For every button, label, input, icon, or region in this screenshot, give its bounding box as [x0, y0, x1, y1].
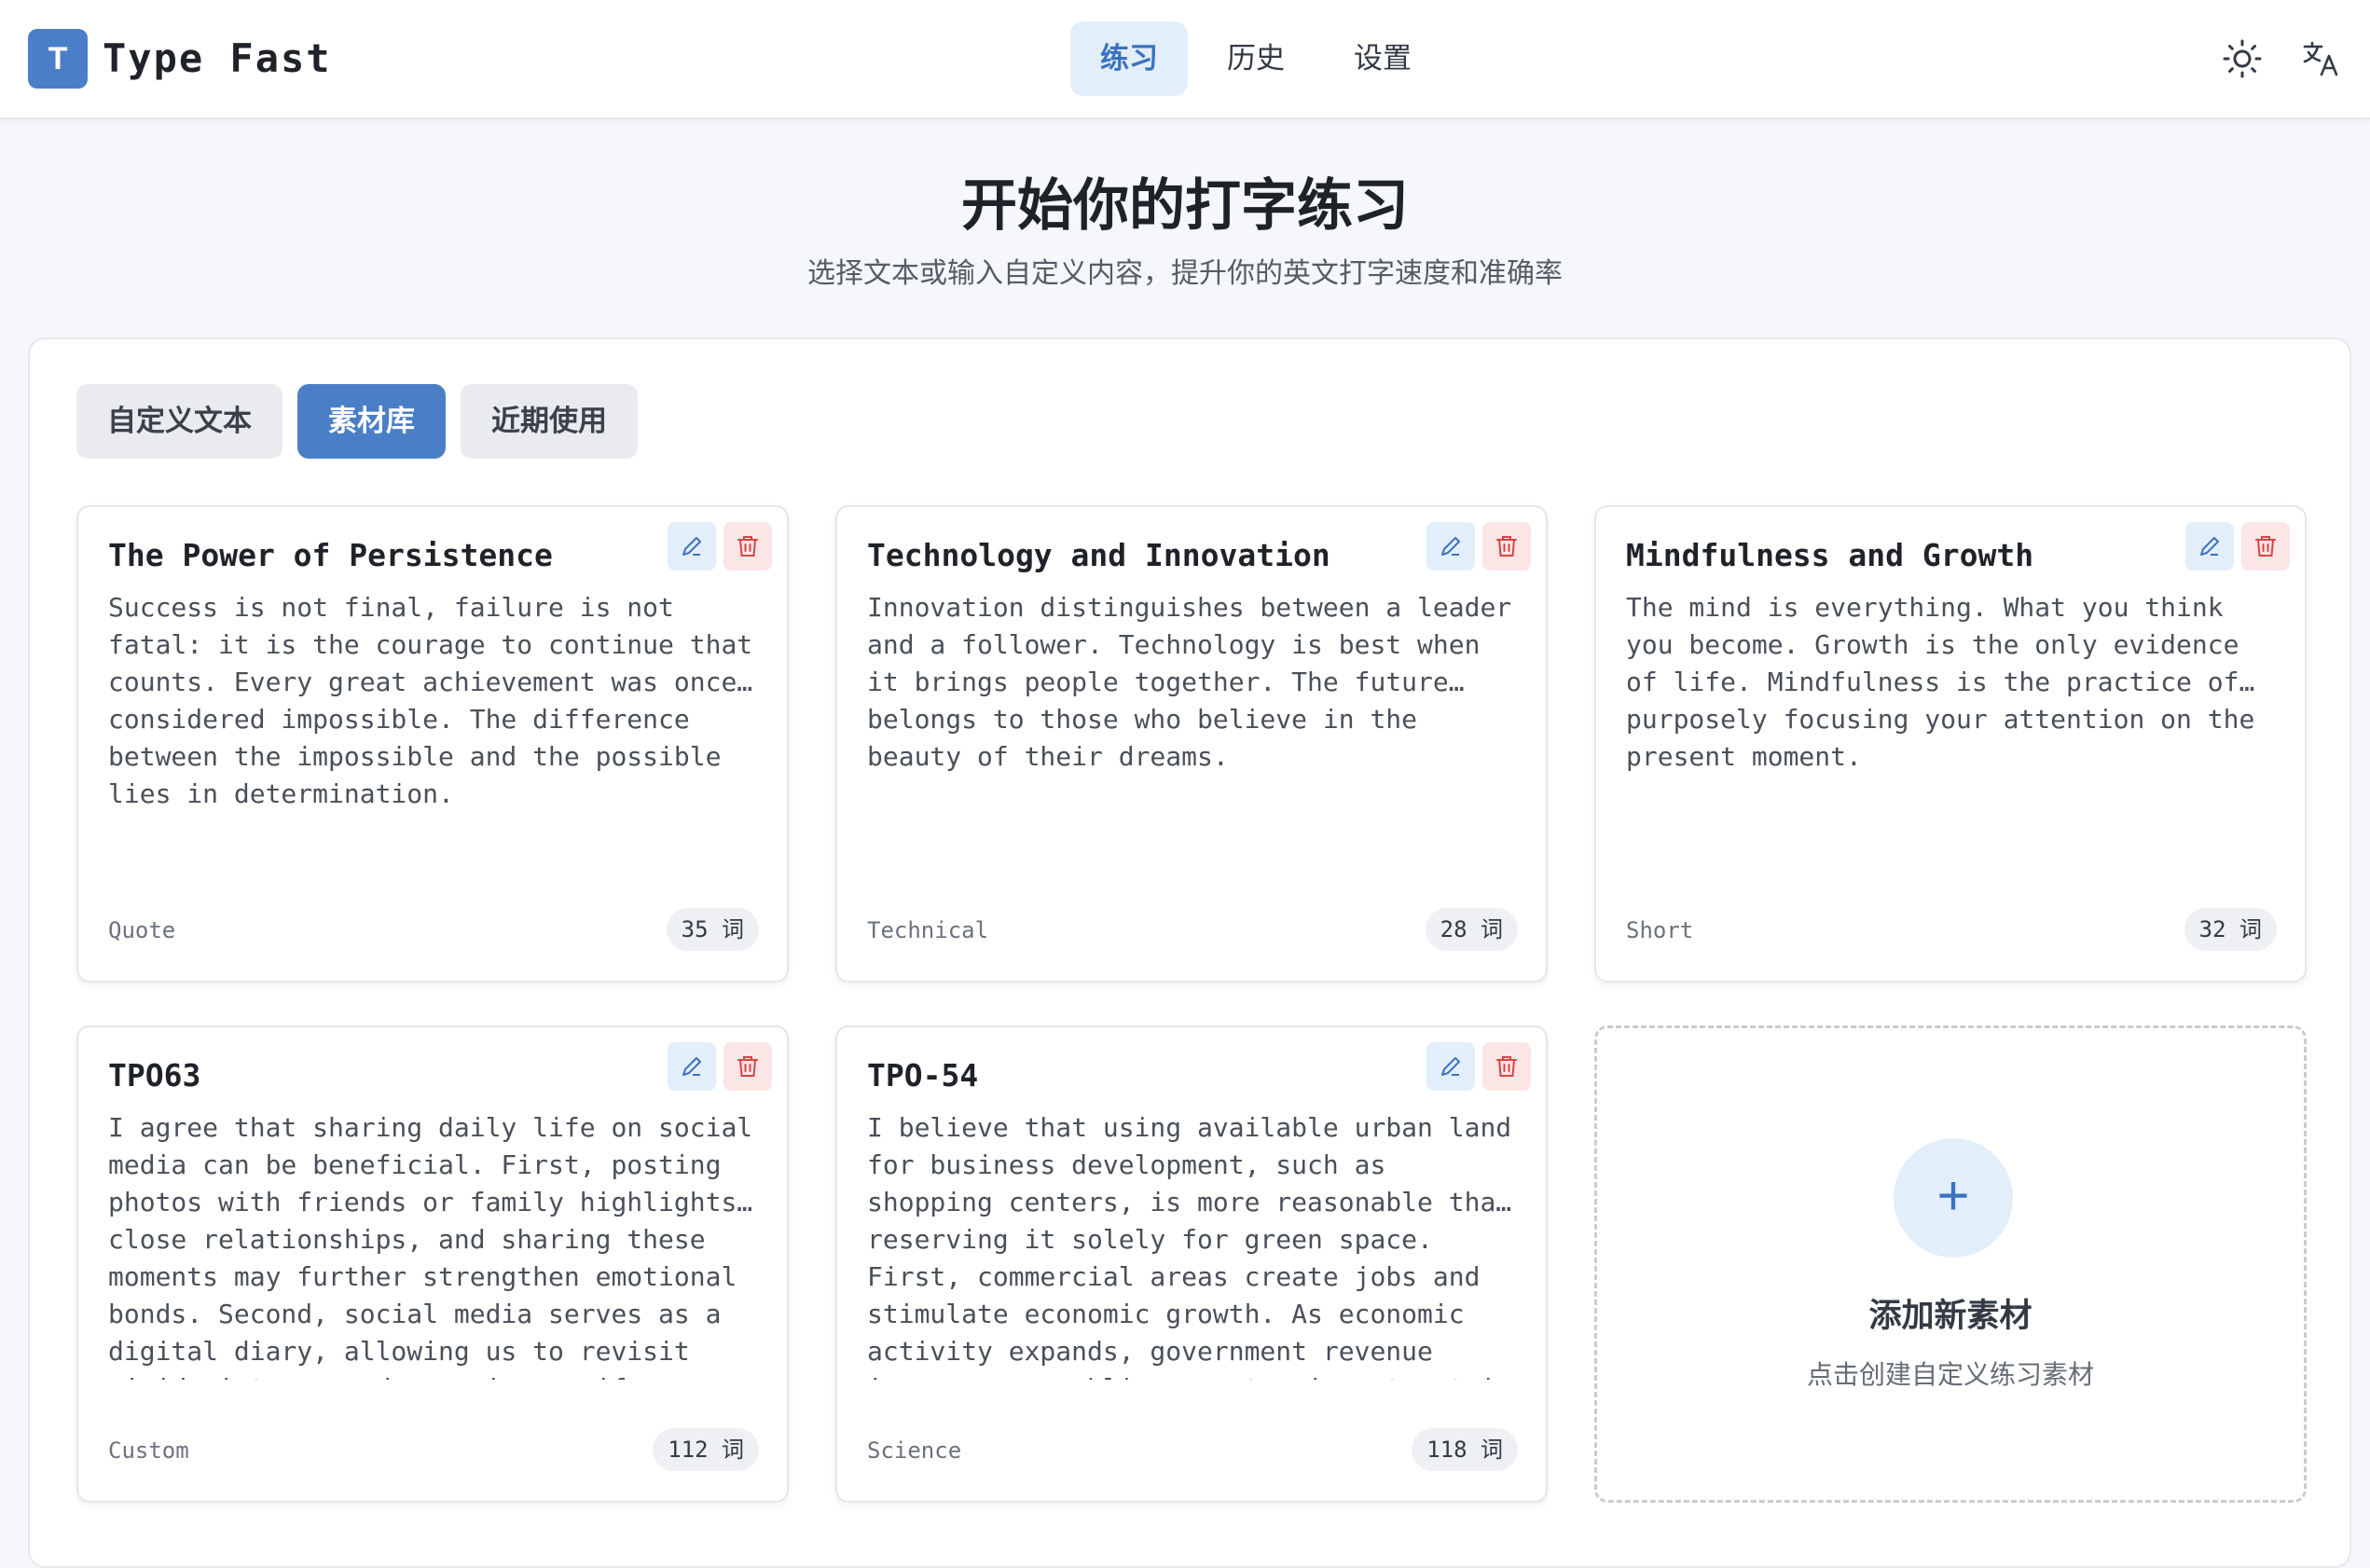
trash-icon [737, 1056, 758, 1077]
translate-icon[interactable] [2299, 37, 2342, 80]
tab-recent[interactable]: 近期使用 [461, 384, 638, 459]
card-excerpt: I agree that sharing daily life on socia… [108, 1112, 753, 1380]
source-tabs: 自定义文本 素材库 近期使用 [76, 384, 638, 459]
pencil-icon [1441, 537, 1460, 556]
edit-button[interactable] [668, 1042, 716, 1091]
delete-button[interactable] [1482, 522, 1531, 571]
word-count-badge: 35 词 [666, 908, 759, 951]
app-title[interactable]: Type Fast [103, 35, 332, 81]
trash-icon [1496, 1056, 1517, 1077]
pencil-icon [1441, 1057, 1460, 1076]
card-category: Short [1626, 917, 1694, 943]
card-title: TPO-54 [867, 1057, 979, 1093]
edit-button[interactable] [1426, 522, 1475, 571]
tab-material-library[interactable]: 素材库 [297, 384, 446, 459]
word-count-badge: 28 词 [1425, 908, 1518, 951]
material-card[interactable]: TPO-54 I believe that using available ur… [835, 1025, 1548, 1503]
edit-button[interactable] [2185, 522, 2234, 571]
delete-button[interactable] [723, 522, 772, 571]
sun-icon[interactable] [2221, 37, 2264, 80]
card-excerpt: I believe that using available urban lan… [867, 1112, 1512, 1380]
trash-icon [737, 536, 758, 557]
card-excerpt: Innovation distinguishes between a leade… [867, 592, 1512, 772]
pencil-icon [682, 1057, 701, 1076]
card-excerpt: The mind is everything. What you think y… [1626, 592, 2255, 772]
material-card[interactable]: The Power of Persistence Success is not … [76, 505, 789, 983]
delete-button[interactable] [2241, 522, 2290, 571]
pencil-icon [2200, 537, 2219, 556]
material-panel: 自定义文本 素材库 近期使用 The Power of Persistence … [28, 337, 2351, 1568]
material-card[interactable]: Mindfulness and Growth The mind is every… [1594, 505, 2307, 983]
card-category: Quote [108, 917, 176, 943]
card-title: The Power of Persistence [108, 537, 553, 573]
delete-button[interactable] [723, 1042, 772, 1091]
add-material-title: 添加新素材 [1868, 1298, 2032, 1334]
top-header: T Type Fast 练习 历史 设置 [0, 0, 2370, 119]
nav-history[interactable]: 历史 [1197, 21, 1315, 96]
page-subtitle: 选择文本或输入自定义内容，提升你的英文打字速度和准确率 [807, 258, 1563, 289]
word-count-badge: 118 词 [1412, 1428, 1518, 1471]
card-category: Custom [108, 1437, 189, 1464]
card-title: Technology and Innovation [867, 537, 1330, 573]
material-card[interactable]: Technology and Innovation Innovation dis… [835, 505, 1548, 983]
card-title: Mindfulness and Growth [1626, 537, 2034, 573]
add-material-card[interactable]: + 添加新素材 点击创建自定义练习素材 [1594, 1025, 2307, 1503]
page-title: 开始你的打字练习 [961, 174, 1409, 237]
material-card[interactable]: TPO63 I agree that sharing daily life on… [76, 1025, 789, 1503]
nav-practice[interactable]: 练习 [1070, 21, 1188, 96]
main-nav: 练习 历史 设置 [1070, 21, 1441, 96]
card-title: TPO63 [108, 1057, 201, 1093]
word-count-badge: 32 词 [2184, 908, 2277, 951]
nav-settings[interactable]: 设置 [1324, 21, 1441, 96]
word-count-badge: 112 词 [653, 1428, 759, 1471]
edit-button[interactable] [668, 522, 716, 571]
trash-icon [2255, 536, 2276, 557]
card-category: Science [867, 1437, 962, 1464]
card-excerpt: Success is not final, failure is not fat… [108, 592, 753, 809]
card-category: Technical [867, 917, 989, 943]
tab-custom-text[interactable]: 自定义文本 [76, 384, 282, 459]
delete-button[interactable] [1482, 1042, 1531, 1091]
edit-button[interactable] [1426, 1042, 1475, 1091]
pencil-icon [682, 537, 701, 556]
add-material-subtitle: 点击创建自定义练习素材 [1806, 1360, 2094, 1389]
plus-icon[interactable]: + [1894, 1138, 2013, 1258]
app-logo[interactable]: T [28, 29, 88, 89]
trash-icon [1496, 536, 1517, 557]
